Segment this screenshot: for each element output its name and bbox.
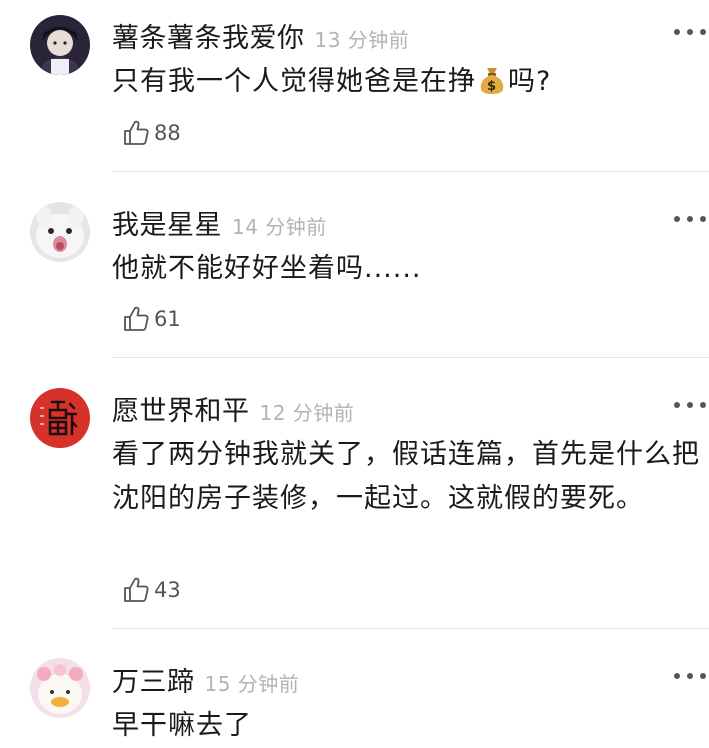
like-button[interactable]: 88 xyxy=(122,119,181,147)
username[interactable]: 我是星星 xyxy=(112,210,222,241)
timestamp: 12 分钟前 xyxy=(259,401,355,425)
more-options-icon[interactable] xyxy=(674,399,706,411)
divider xyxy=(112,628,709,629)
username[interactable]: 愿世界和平 xyxy=(112,396,250,427)
comment-text: 看了两分钟我就关了，假话连篇，首先是什么把沈阳的房子装修，一起过。这就假的要死。 xyxy=(112,439,700,514)
thumbs-up-icon xyxy=(124,577,149,602)
like-count: 88 xyxy=(154,121,181,145)
comment-header: 薯条薯条我爱你 13 分钟前 xyxy=(112,16,409,55)
avatar[interactable] xyxy=(30,15,90,75)
thumbs-up-icon xyxy=(124,306,149,331)
comment-text: 他就不能好好坐着吗...... xyxy=(112,253,422,284)
svg-text:$: $ xyxy=(487,79,497,94)
money-bag-icon: $ xyxy=(480,67,504,94)
like-button[interactable]: 61 xyxy=(122,305,181,333)
comment-text: 只有我一个人觉得她爸是在挣 $ 吗? xyxy=(112,60,702,104)
timestamp: 13 分钟前 xyxy=(314,28,410,52)
username[interactable]: 万三蹄 xyxy=(112,667,195,698)
like-count: 61 xyxy=(154,307,181,331)
like-count: 43 xyxy=(154,578,181,602)
more-options-icon[interactable] xyxy=(674,670,706,682)
divider xyxy=(112,357,709,358)
username[interactable]: 薯条薯条我爱你 xyxy=(112,23,305,54)
more-options-icon[interactable] xyxy=(674,213,706,225)
avatar[interactable] xyxy=(30,202,90,262)
comment-header: 我是星星 14 分钟前 xyxy=(112,203,327,242)
like-button[interactable]: 43 xyxy=(122,576,181,604)
comment-text-part: 吗? xyxy=(508,66,552,97)
comment-text: 早干嘛去了 xyxy=(112,710,252,741)
avatar[interactable] xyxy=(30,658,90,718)
thumbs-up-icon xyxy=(124,120,149,145)
more-options-icon[interactable] xyxy=(674,26,706,38)
comment-text-part: 只有我一个人觉得她爸是在挣 xyxy=(112,66,476,97)
comment-header: 愿世界和平 12 分钟前 xyxy=(112,389,354,428)
comment-header: 万三蹄 15 分钟前 xyxy=(112,660,299,699)
divider xyxy=(112,171,709,172)
timestamp: 15 分钟前 xyxy=(204,672,300,696)
avatar[interactable] xyxy=(30,388,90,448)
timestamp: 14 分钟前 xyxy=(232,215,327,239)
